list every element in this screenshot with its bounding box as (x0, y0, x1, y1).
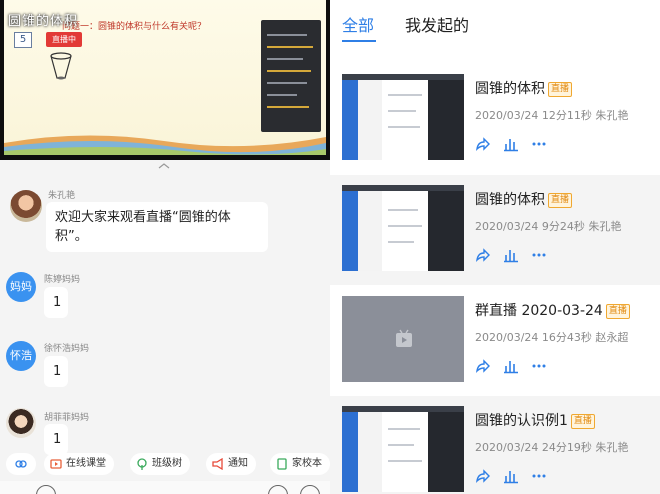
share-icon[interactable] (475, 247, 491, 263)
message-bubble: 1 (44, 287, 68, 318)
replay-thumbnail[interactable] (342, 406, 464, 492)
stats-icon[interactable] (503, 247, 519, 263)
tab-active-indicator (342, 40, 376, 42)
replay-title: 圆锥的认识例1 直播 (475, 410, 595, 430)
replay-card[interactable]: 群直播 2020-03-24 直播 2020/03/24 16分43秒 赵永超 (330, 286, 660, 396)
toolbar-label: 家校本 (292, 458, 322, 469)
quick-toolbar: 在线课堂 班级树 通知 家校本 (0, 451, 330, 477)
replay-actions (475, 358, 555, 376)
stats-icon[interactable] (503, 468, 519, 484)
live-tag: 直播 (548, 193, 573, 208)
video-title: 圆锥的体积 (8, 14, 79, 29)
share-icon[interactable] (475, 136, 491, 152)
replay-title: 圆锥的体积 直播 (475, 78, 573, 98)
avatar[interactable] (10, 190, 42, 222)
avatar[interactable] (6, 408, 36, 438)
toolbar-label: 班级树 (152, 458, 182, 469)
voice-icon[interactable] (36, 485, 56, 494)
chat-input-bar[interactable] (0, 481, 330, 494)
online-class-button[interactable]: 在线课堂 (44, 453, 114, 475)
emoji-icon[interactable] (268, 485, 288, 494)
replay-actions (475, 136, 555, 154)
replay-meta: 2020/03/24 16分43秒 赵永超 (475, 331, 629, 344)
slide-logo: 5 (14, 32, 32, 48)
replay-actions (475, 247, 555, 265)
megaphone-icon (212, 458, 223, 470)
live-tag: 直播 (605, 304, 630, 319)
video-player[interactable]: 5 问题一：圆锥的体积与什么有关呢？ 直播中 圆锥的体积 (0, 0, 330, 160)
replay-meta: 2020/03/24 9分24秒 朱孔艳 (475, 220, 622, 233)
share-icon[interactable] (475, 358, 491, 374)
message-sender: 胡菲菲妈妈 (44, 413, 90, 423)
class-tree-button[interactable]: 班级树 (130, 453, 190, 475)
replay-thumbnail[interactable] (342, 74, 464, 160)
message-sender: 徐怀浩妈妈 (44, 344, 90, 354)
share-icon[interactable] (475, 468, 491, 484)
live-badge: 直播中 (46, 32, 82, 47)
message-bubble: 欢迎大家来观看直播“圆锥的体积”。 (46, 202, 268, 252)
cone-icon (50, 52, 72, 80)
replay-card[interactable]: 圆锥的认识例1 直播 2020/03/24 24分19秒 朱孔艳 (330, 396, 660, 494)
toolbar-label: 在线课堂 (66, 458, 106, 469)
slide-side-panel (261, 20, 321, 132)
add-icon[interactable] (300, 485, 320, 494)
more-icon[interactable] (531, 468, 547, 484)
replay-title: 圆锥的体积 直播 (475, 189, 573, 209)
link-icon (15, 460, 27, 468)
online-class-icon (50, 459, 62, 469)
link-icon-button[interactable] (6, 453, 36, 475)
slide-question: 问题一：圆锥的体积与什么有关呢？ (62, 22, 207, 32)
tab-all[interactable]: 全部 (342, 12, 374, 36)
live-tag: 直播 (570, 414, 595, 429)
more-icon[interactable] (531, 358, 547, 374)
replay-actions (475, 468, 555, 486)
slide-decoration-waves (4, 135, 326, 155)
book-icon (277, 458, 287, 470)
live-room-panel: 5 问题一：圆锥的体积与什么有关呢？ 直播中 圆锥的体积 朱孔艳 欢迎大家来观看… (0, 0, 330, 494)
notice-button[interactable]: 通知 (206, 453, 256, 475)
replay-meta: 2020/03/24 12分11秒 朱孔艳 (475, 109, 629, 122)
message-sender: 朱孔艳 (48, 191, 76, 201)
stats-icon[interactable] (503, 136, 519, 152)
avatar[interactable]: 妈妈 (6, 272, 36, 302)
more-icon[interactable] (531, 247, 547, 263)
replay-list-panel: 全部 我发起的 圆锥的体积 直播 2020/03/24 12分11秒 朱孔艳 圆锥… (330, 0, 660, 494)
more-icon[interactable] (531, 136, 547, 152)
avatar[interactable]: 怀浩 (6, 341, 36, 371)
replay-thumbnail[interactable] (342, 185, 464, 271)
tab-mine[interactable]: 我发起的 (405, 12, 469, 36)
replay-card[interactable]: 圆锥的体积 直播 2020/03/24 12分11秒 朱孔艳 (330, 64, 660, 174)
tree-icon (137, 458, 147, 470)
chevron-up-icon[interactable] (158, 163, 170, 169)
message-sender: 陈婷妈妈 (44, 275, 81, 285)
replay-thumbnail[interactable] (342, 296, 464, 382)
tab-bar: 全部 我发起的 (330, 0, 660, 50)
live-tag: 直播 (548, 82, 573, 97)
homework-button[interactable]: 家校本 (270, 453, 330, 475)
stats-icon[interactable] (503, 358, 519, 374)
video-placeholder-icon (396, 329, 412, 347)
replay-meta: 2020/03/24 24分19秒 朱孔艳 (475, 441, 629, 454)
toolbar-label: 通知 (228, 458, 248, 469)
message-bubble: 1 (44, 356, 68, 387)
replay-card[interactable]: 圆锥的体积 直播 2020/03/24 9分24秒 朱孔艳 (330, 175, 660, 285)
replay-title: 群直播 2020-03-24 直播 (475, 300, 630, 320)
